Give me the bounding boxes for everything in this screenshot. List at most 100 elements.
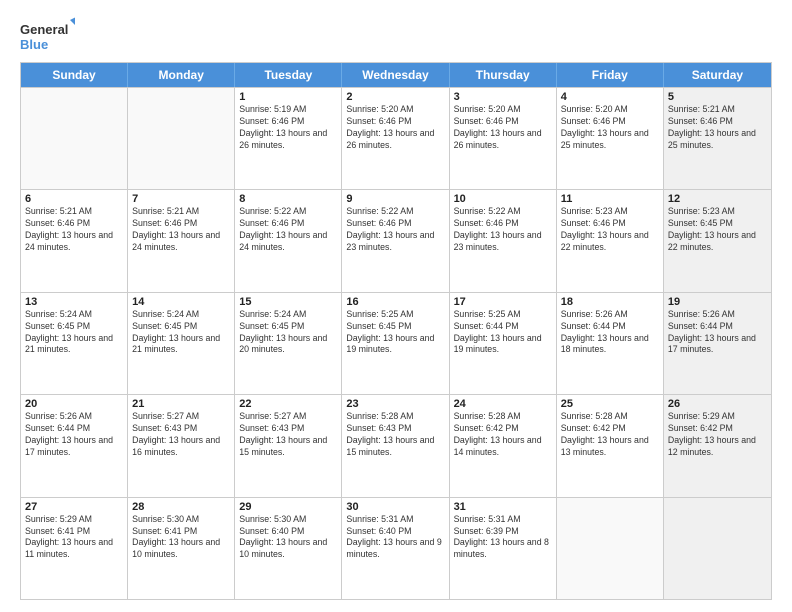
day-number: 9 (346, 193, 444, 205)
day-info: Sunrise: 5:30 AM Sunset: 6:41 PM Dayligh… (132, 514, 230, 562)
day-number: 13 (25, 296, 123, 308)
cal-cell-0-5: 4Sunrise: 5:20 AM Sunset: 6:46 PM Daylig… (557, 88, 664, 189)
day-info: Sunrise: 5:27 AM Sunset: 6:43 PM Dayligh… (239, 411, 337, 459)
day-number: 1 (239, 91, 337, 103)
cal-cell-4-6 (664, 498, 771, 599)
page: General Blue SundayMondayTuesdayWednesda… (0, 0, 792, 612)
header-thursday: Thursday (450, 63, 557, 87)
cal-cell-1-2: 8Sunrise: 5:22 AM Sunset: 6:46 PM Daylig… (235, 190, 342, 291)
week-row-5: 27Sunrise: 5:29 AM Sunset: 6:41 PM Dayli… (21, 497, 771, 599)
cal-cell-0-3: 2Sunrise: 5:20 AM Sunset: 6:46 PM Daylig… (342, 88, 449, 189)
day-number: 25 (561, 398, 659, 410)
day-info: Sunrise: 5:28 AM Sunset: 6:42 PM Dayligh… (454, 411, 552, 459)
cal-cell-1-3: 9Sunrise: 5:22 AM Sunset: 6:46 PM Daylig… (342, 190, 449, 291)
cal-cell-0-0 (21, 88, 128, 189)
header-monday: Monday (128, 63, 235, 87)
cal-cell-4-1: 28Sunrise: 5:30 AM Sunset: 6:41 PM Dayli… (128, 498, 235, 599)
day-info: Sunrise: 5:22 AM Sunset: 6:46 PM Dayligh… (454, 206, 552, 254)
header-friday: Friday (557, 63, 664, 87)
day-info: Sunrise: 5:28 AM Sunset: 6:43 PM Dayligh… (346, 411, 444, 459)
day-number: 11 (561, 193, 659, 205)
day-number: 12 (668, 193, 767, 205)
day-number: 26 (668, 398, 767, 410)
cal-cell-2-0: 13Sunrise: 5:24 AM Sunset: 6:45 PM Dayli… (21, 293, 128, 394)
day-number: 5 (668, 91, 767, 103)
cal-cell-2-1: 14Sunrise: 5:24 AM Sunset: 6:45 PM Dayli… (128, 293, 235, 394)
cal-cell-1-5: 11Sunrise: 5:23 AM Sunset: 6:46 PM Dayli… (557, 190, 664, 291)
cal-cell-3-4: 24Sunrise: 5:28 AM Sunset: 6:42 PM Dayli… (450, 395, 557, 496)
day-info: Sunrise: 5:20 AM Sunset: 6:46 PM Dayligh… (561, 104, 659, 152)
header-tuesday: Tuesday (235, 63, 342, 87)
week-row-2: 6Sunrise: 5:21 AM Sunset: 6:46 PM Daylig… (21, 189, 771, 291)
calendar-header: SundayMondayTuesdayWednesdayThursdayFrid… (21, 63, 771, 87)
day-number: 14 (132, 296, 230, 308)
day-number: 16 (346, 296, 444, 308)
day-number: 29 (239, 501, 337, 513)
day-number: 21 (132, 398, 230, 410)
day-number: 30 (346, 501, 444, 513)
day-number: 19 (668, 296, 767, 308)
day-number: 31 (454, 501, 552, 513)
day-info: Sunrise: 5:21 AM Sunset: 6:46 PM Dayligh… (668, 104, 767, 152)
day-info: Sunrise: 5:25 AM Sunset: 6:45 PM Dayligh… (346, 309, 444, 357)
day-info: Sunrise: 5:20 AM Sunset: 6:46 PM Dayligh… (454, 104, 552, 152)
day-info: Sunrise: 5:26 AM Sunset: 6:44 PM Dayligh… (668, 309, 767, 357)
day-info: Sunrise: 5:29 AM Sunset: 6:42 PM Dayligh… (668, 411, 767, 459)
cal-cell-4-4: 31Sunrise: 5:31 AM Sunset: 6:39 PM Dayli… (450, 498, 557, 599)
cal-cell-2-4: 17Sunrise: 5:25 AM Sunset: 6:44 PM Dayli… (450, 293, 557, 394)
day-number: 15 (239, 296, 337, 308)
cal-cell-0-4: 3Sunrise: 5:20 AM Sunset: 6:46 PM Daylig… (450, 88, 557, 189)
cal-cell-2-5: 18Sunrise: 5:26 AM Sunset: 6:44 PM Dayli… (557, 293, 664, 394)
day-number: 17 (454, 296, 552, 308)
cal-cell-3-2: 22Sunrise: 5:27 AM Sunset: 6:43 PM Dayli… (235, 395, 342, 496)
day-number: 2 (346, 91, 444, 103)
week-row-4: 20Sunrise: 5:26 AM Sunset: 6:44 PM Dayli… (21, 394, 771, 496)
cal-cell-0-2: 1Sunrise: 5:19 AM Sunset: 6:46 PM Daylig… (235, 88, 342, 189)
day-number: 4 (561, 91, 659, 103)
day-info: Sunrise: 5:22 AM Sunset: 6:46 PM Dayligh… (346, 206, 444, 254)
day-info: Sunrise: 5:31 AM Sunset: 6:39 PM Dayligh… (454, 514, 552, 562)
day-info: Sunrise: 5:23 AM Sunset: 6:46 PM Dayligh… (561, 206, 659, 254)
day-number: 24 (454, 398, 552, 410)
day-number: 20 (25, 398, 123, 410)
day-info: Sunrise: 5:21 AM Sunset: 6:46 PM Dayligh… (25, 206, 123, 254)
day-number: 3 (454, 91, 552, 103)
cal-cell-3-3: 23Sunrise: 5:28 AM Sunset: 6:43 PM Dayli… (342, 395, 449, 496)
day-info: Sunrise: 5:24 AM Sunset: 6:45 PM Dayligh… (239, 309, 337, 357)
cal-cell-1-0: 6Sunrise: 5:21 AM Sunset: 6:46 PM Daylig… (21, 190, 128, 291)
week-row-1: 1Sunrise: 5:19 AM Sunset: 6:46 PM Daylig… (21, 87, 771, 189)
day-number: 22 (239, 398, 337, 410)
day-number: 23 (346, 398, 444, 410)
day-number: 18 (561, 296, 659, 308)
calendar-body: 1Sunrise: 5:19 AM Sunset: 6:46 PM Daylig… (21, 87, 771, 599)
logo: General Blue (20, 16, 75, 56)
day-info: Sunrise: 5:26 AM Sunset: 6:44 PM Dayligh… (25, 411, 123, 459)
day-info: Sunrise: 5:21 AM Sunset: 6:46 PM Dayligh… (132, 206, 230, 254)
cal-cell-3-0: 20Sunrise: 5:26 AM Sunset: 6:44 PM Dayli… (21, 395, 128, 496)
logo-svg: General Blue (20, 16, 75, 56)
cal-cell-1-4: 10Sunrise: 5:22 AM Sunset: 6:46 PM Dayli… (450, 190, 557, 291)
day-info: Sunrise: 5:28 AM Sunset: 6:42 PM Dayligh… (561, 411, 659, 459)
day-number: 8 (239, 193, 337, 205)
day-info: Sunrise: 5:29 AM Sunset: 6:41 PM Dayligh… (25, 514, 123, 562)
cal-cell-4-3: 30Sunrise: 5:31 AM Sunset: 6:40 PM Dayli… (342, 498, 449, 599)
cal-cell-4-0: 27Sunrise: 5:29 AM Sunset: 6:41 PM Dayli… (21, 498, 128, 599)
svg-text:General: General (20, 22, 68, 37)
day-number: 28 (132, 501, 230, 513)
cal-cell-2-3: 16Sunrise: 5:25 AM Sunset: 6:45 PM Dayli… (342, 293, 449, 394)
day-info: Sunrise: 5:20 AM Sunset: 6:46 PM Dayligh… (346, 104, 444, 152)
cal-cell-1-1: 7Sunrise: 5:21 AM Sunset: 6:46 PM Daylig… (128, 190, 235, 291)
calendar: SundayMondayTuesdayWednesdayThursdayFrid… (20, 62, 772, 600)
cal-cell-4-5 (557, 498, 664, 599)
day-info: Sunrise: 5:31 AM Sunset: 6:40 PM Dayligh… (346, 514, 444, 562)
header-saturday: Saturday (664, 63, 771, 87)
cal-cell-0-1 (128, 88, 235, 189)
day-info: Sunrise: 5:25 AM Sunset: 6:44 PM Dayligh… (454, 309, 552, 357)
day-info: Sunrise: 5:30 AM Sunset: 6:40 PM Dayligh… (239, 514, 337, 562)
cal-cell-1-6: 12Sunrise: 5:23 AM Sunset: 6:45 PM Dayli… (664, 190, 771, 291)
day-info: Sunrise: 5:22 AM Sunset: 6:46 PM Dayligh… (239, 206, 337, 254)
week-row-3: 13 Sunrise: 5:24 AM Sunset: 6:45 PM Dayli… (21, 292, 771, 394)
day-info: Sunrise: 5:23 AM Sunset: 6:45 PM Dayligh… (668, 206, 767, 254)
header-wednesday: Wednesday (342, 63, 449, 87)
day-info: Sunrise: 5:24 AM Sunset: 6:45 PM Dayligh… (132, 309, 230, 357)
